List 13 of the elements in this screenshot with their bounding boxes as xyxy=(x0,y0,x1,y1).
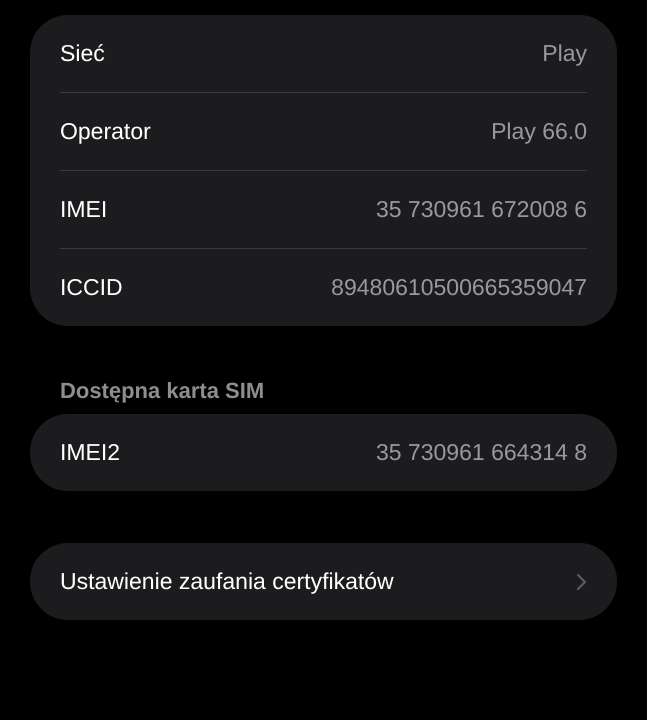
row-label: Sieć xyxy=(60,40,105,67)
settings-row[interactable]: Ustawienie zaufania certyfikatów xyxy=(60,543,587,620)
row-value: Play 66.0 xyxy=(491,118,587,145)
row-label: ICCID xyxy=(60,274,123,301)
row-label: Operator xyxy=(60,118,151,145)
row-value: Play xyxy=(542,40,587,67)
row-value: 35 730961 664314 8 xyxy=(376,439,587,466)
row-label: IMEI2 xyxy=(60,439,120,466)
row-value: 35 730961 672008 6 xyxy=(376,196,587,223)
chevron-icon xyxy=(576,572,587,590)
section-header: Dostępna karta SIM xyxy=(59,378,266,405)
row-label: IMEI xyxy=(60,196,108,223)
row-value: 89480610500665359047 xyxy=(331,274,587,301)
